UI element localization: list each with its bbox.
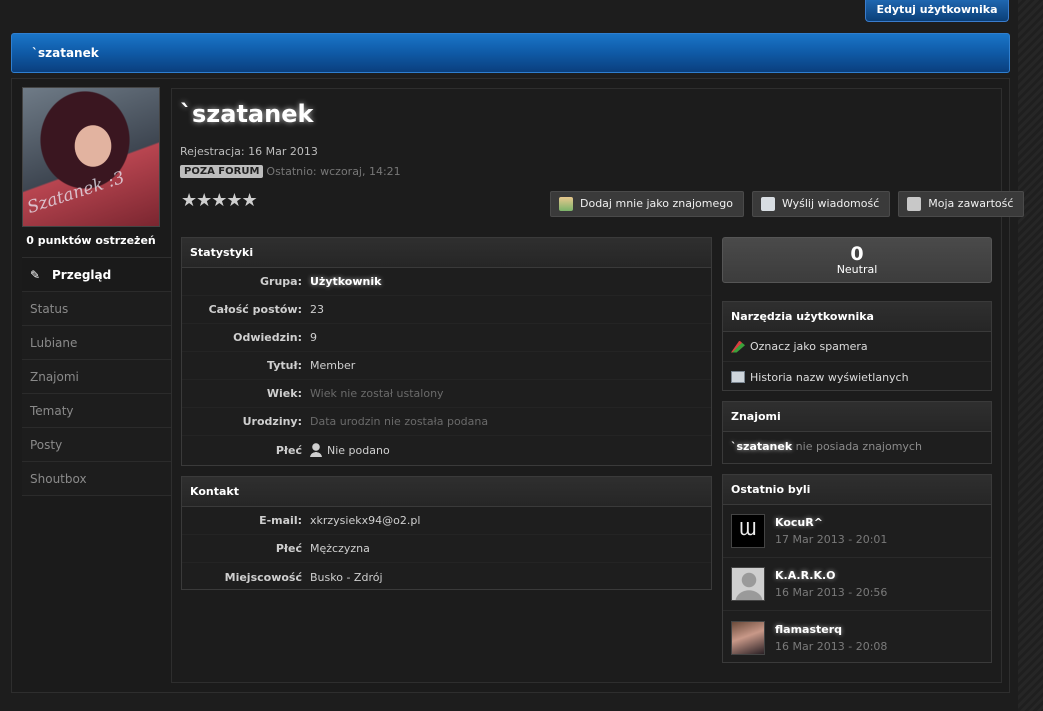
my-content-button[interactable]: Moja zawartość	[898, 191, 1025, 217]
tab-status[interactable]: Status	[22, 292, 172, 326]
visitor-avatar[interactable]	[731, 620, 765, 655]
table-row: Odwiedzin: 9	[182, 324, 711, 352]
visitor-item: flamasterq 16 Mar 2013 - 20:08	[723, 611, 991, 664]
visitor-item: KocuR^ 17 Mar 2013 - 20:01	[723, 505, 991, 558]
visitor-date: 16 Mar 2013 - 20:08	[775, 639, 888, 653]
send-message-button[interactable]: Wyślij wiadomość	[751, 191, 891, 217]
reputation-value: 0	[850, 243, 864, 265]
visitor-avatar[interactable]	[731, 514, 765, 548]
last-seen: Ostatnio: wczoraj, 14:21	[266, 165, 401, 178]
tab-liked[interactable]: Lubiane	[22, 326, 172, 360]
group-value: Użytkownik	[310, 275, 382, 288]
search-icon	[907, 197, 922, 211]
warning-points: 0 punktów ostrzeżeń	[26, 234, 156, 247]
add-friend-button[interactable]: Dodaj mnie jako znajomego	[550, 191, 744, 217]
table-row: Tytuł: Member	[182, 352, 711, 380]
online-status: POZA FORUM Ostatnio: wczoraj, 14:21	[180, 164, 401, 179]
email-value[interactable]: xkrzysiekx94@o2.pl	[310, 514, 420, 527]
friends-empty-text: `szatanek nie posiada znajomych	[723, 432, 991, 461]
visitor-name[interactable]: K.A.R.K.O	[775, 569, 887, 582]
recent-visitors-title: Ostatnio byli	[723, 475, 991, 505]
tab-topics[interactable]: Tematy	[22, 394, 172, 428]
registration-date: Rejestracja: 16 Mar 2013	[180, 145, 318, 158]
offline-badge: POZA FORUM	[180, 165, 264, 178]
age-value: Wiek nie został ustalony	[310, 387, 444, 400]
visitor-date: 17 Mar 2013 - 20:01	[775, 533, 888, 546]
contact-gender-value: Mężczyzna	[310, 542, 370, 555]
message-icon	[760, 197, 775, 211]
profile-username: `szatanek	[180, 100, 314, 128]
pencil-icon: ✎	[30, 268, 41, 282]
row-label: Miejscowość	[224, 570, 302, 584]
row-label: Grupa:	[260, 275, 302, 288]
user-tools-title: Narzędzia użytkownika	[723, 302, 991, 332]
table-row: Całość postów: 23	[182, 296, 711, 324]
rating-stars[interactable]: ★★★★★	[181, 190, 258, 211]
mark-spammer-link[interactable]: Oznacz jako spamera	[723, 332, 991, 362]
recent-visitors-box: Ostatnio byli KocuR^ 17 Mar 2013 - 20:01…	[722, 474, 992, 663]
row-label: Płeć	[275, 443, 302, 457]
posts-value: 23	[310, 303, 324, 316]
gender-value: Nie podano	[310, 443, 390, 457]
row-label: Wiek:	[266, 387, 302, 400]
visitor-item: K.A.R.K.O 16 Mar 2013 - 20:56	[723, 558, 991, 611]
add-friend-icon	[559, 197, 573, 211]
stats-box: Statystyki Grupa: Użytkownik Całość post…	[181, 237, 712, 466]
visitor-date: 16 Mar 2013 - 20:56	[775, 586, 888, 599]
visits-value: 9	[310, 331, 317, 344]
user-tools-box: Narzędzia użytkownika Oznacz jako spamer…	[722, 301, 992, 391]
tab-overview-label: Przegląd	[52, 268, 112, 282]
row-label: Tytuł:	[267, 359, 302, 372]
table-row: Wiek: Wiek nie został ustalony	[182, 380, 711, 408]
add-friend-label: Dodaj mnie jako znajomego	[580, 197, 733, 210]
location-value: Busko - Zdrój	[310, 570, 383, 584]
table-row: Grupa: Użytkownik	[182, 268, 711, 296]
edit-user-button[interactable]: Edytuj użytkownika	[865, 0, 1009, 22]
row-label: E-mail:	[259, 514, 302, 527]
row-label: Urodziny:	[242, 415, 302, 428]
row-label: Odwiedzin:	[233, 331, 302, 344]
table-row: E-mail: xkrzysiekx94@o2.pl	[182, 507, 711, 535]
profile-nav: ✎ Przegląd Status Lubiane Znajomi Tematy …	[22, 257, 172, 496]
name-history-label: Historia nazw wyświetlanych	[750, 370, 909, 384]
my-content-label: Moja zawartość	[928, 197, 1014, 210]
friends-box: Znajomi `szatanek nie posiada znajomych	[722, 401, 992, 464]
friends-user-name[interactable]: `szatanek	[731, 440, 792, 453]
friends-title: Znajomi	[723, 402, 991, 432]
visitor-avatar[interactable]	[731, 567, 765, 601]
title-value: Member	[310, 359, 356, 372]
profile-actions: Dodaj mnie jako znajomego Wyślij wiadomo…	[550, 191, 1025, 217]
name-history-link[interactable]: Historia nazw wyświetlanych	[723, 362, 991, 392]
profile-avatar: Szatanek :3	[22, 87, 160, 227]
table-row: Urodziny: Data urodzin nie została podan…	[182, 408, 711, 436]
tab-friends[interactable]: Znajomi	[22, 360, 172, 394]
row-label: Całość postów:	[208, 303, 302, 316]
send-message-label: Wyślij wiadomość	[781, 197, 880, 210]
person-icon	[310, 443, 322, 457]
visitor-name[interactable]: flamasterq	[775, 623, 887, 636]
avatar-signature: Szatanek :3	[24, 167, 128, 218]
tab-posts[interactable]: Posty	[22, 428, 172, 462]
reputation-box: 0 Neutral	[722, 237, 992, 283]
tab-shoutbox[interactable]: Shoutbox	[22, 462, 172, 496]
table-row: Płeć Mężczyzna	[182, 535, 711, 563]
tab-overview[interactable]: ✎ Przegląd	[22, 258, 172, 292]
gender-text: Nie podano	[327, 443, 390, 457]
stats-title: Statystyki	[182, 238, 711, 268]
page-title-bar: `szatanek	[11, 33, 1010, 73]
friends-empty-label: nie posiada znajomych	[792, 440, 922, 453]
contact-title: Kontakt	[182, 477, 711, 507]
spam-flag-icon	[731, 340, 745, 353]
mark-spammer-label: Oznacz jako spamera	[750, 340, 868, 353]
visitor-name[interactable]: KocuR^	[775, 516, 887, 529]
row-label: Płeć	[275, 542, 302, 555]
background-pattern	[1018, 0, 1043, 711]
table-row: Miejscowość Busko - Zdrój	[182, 563, 711, 591]
table-row: Płeć Nie podano	[182, 436, 711, 464]
birthday-value: Data urodzin nie została podana	[310, 415, 489, 428]
history-icon	[731, 371, 745, 383]
reputation-label: Neutral	[836, 263, 878, 276]
contact-box: Kontakt E-mail: xkrzysiekx94@o2.pl Płeć …	[181, 476, 712, 590]
